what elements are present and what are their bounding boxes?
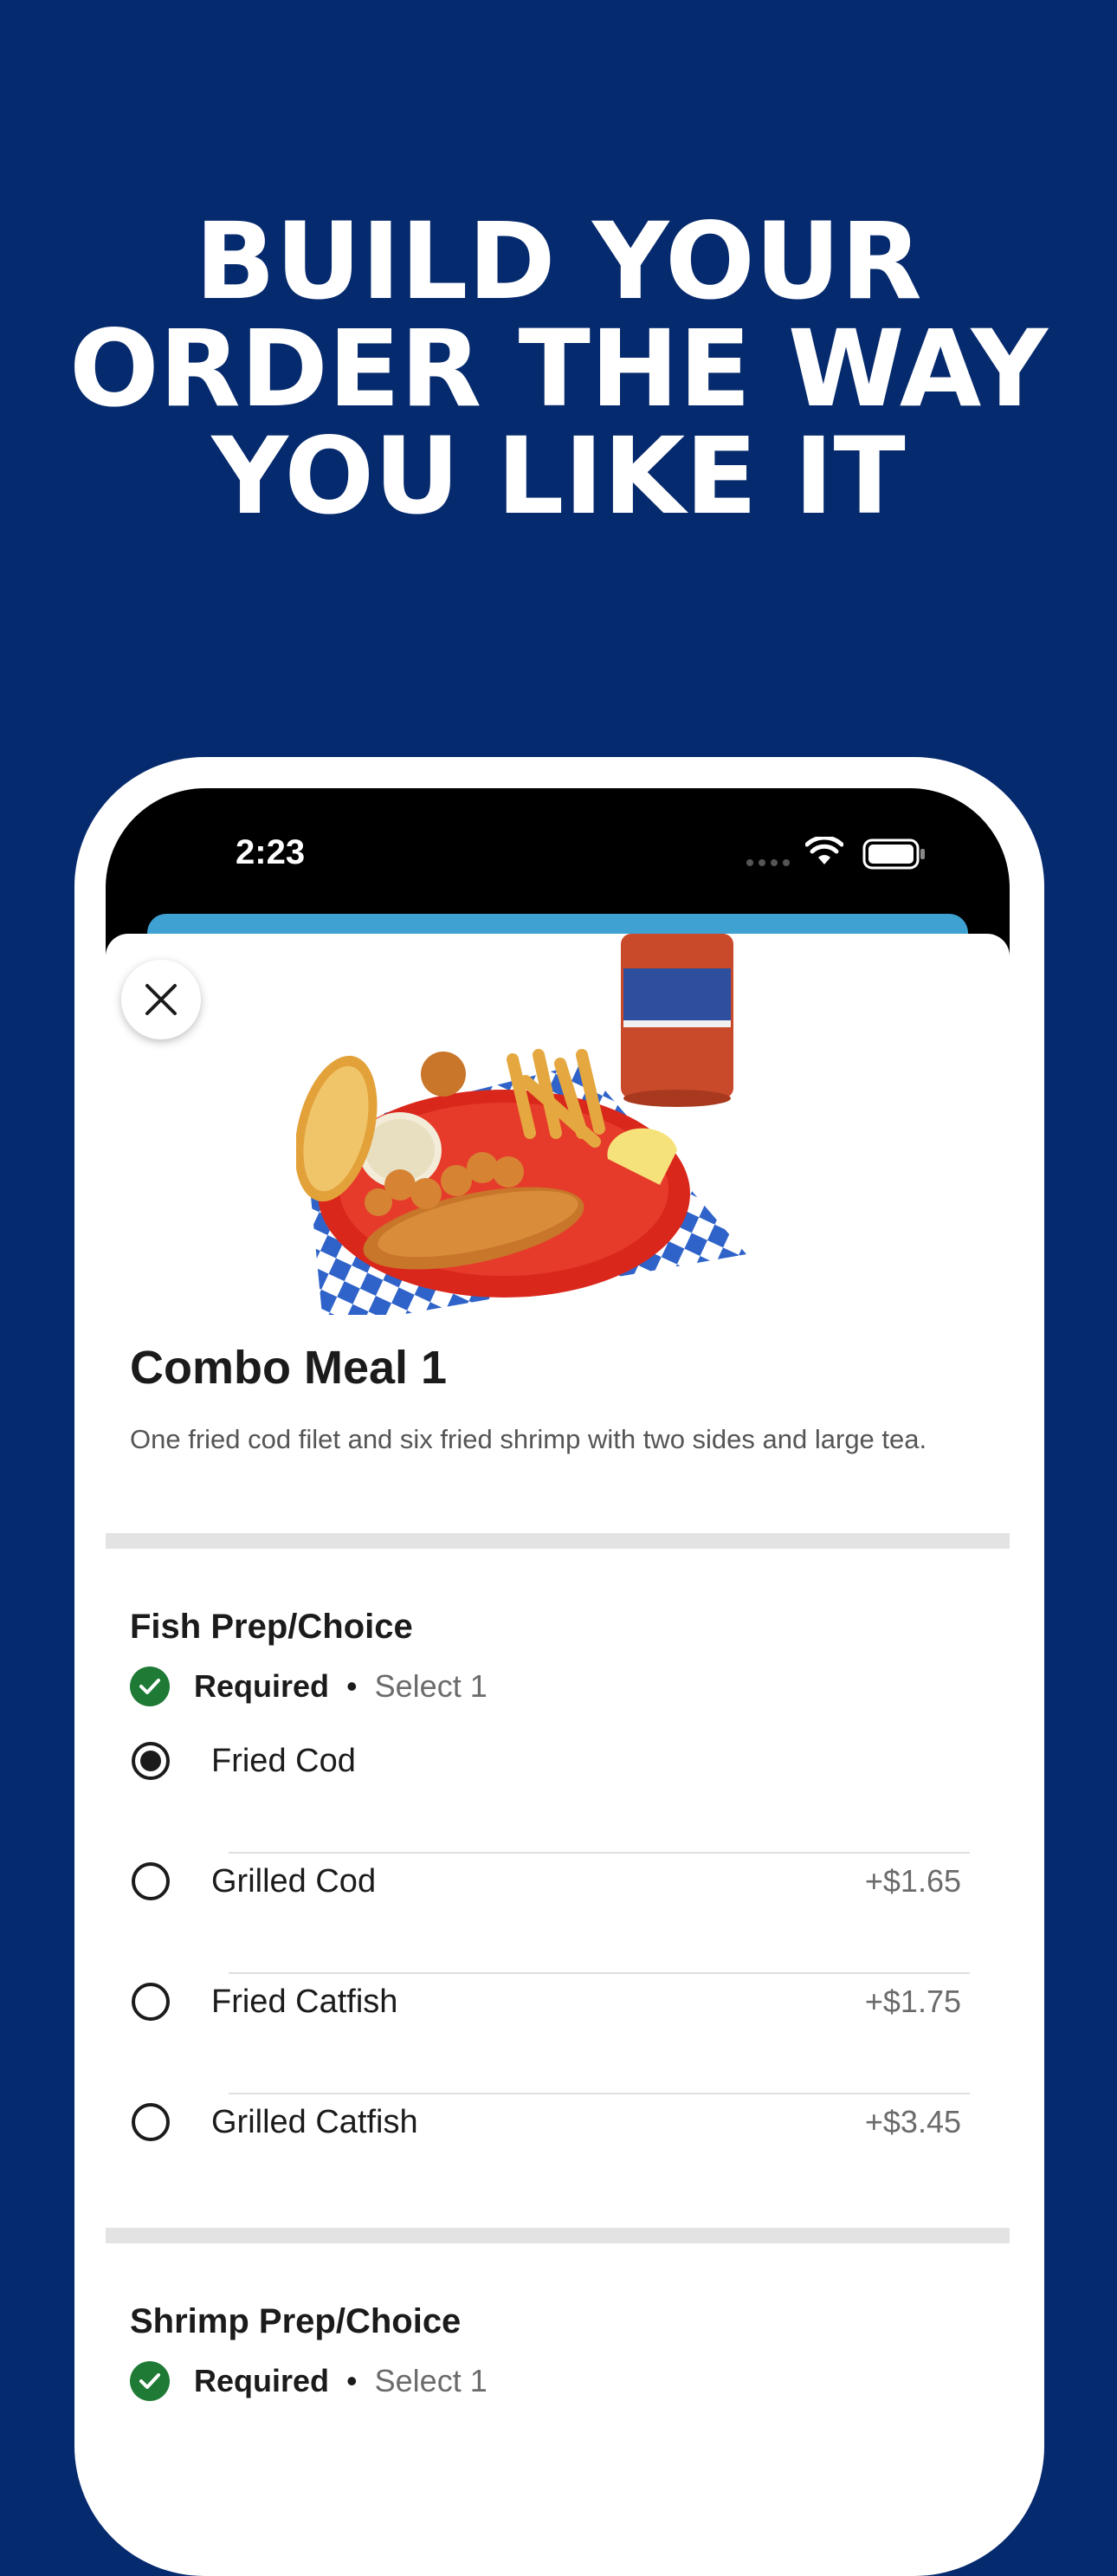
option-label: Grilled Catfish [211,2103,418,2140]
wifi-icon [805,837,843,864]
radio-unselected[interactable] [132,1983,170,2021]
option-grilled-catfish[interactable]: Grilled Catfish +$3.45 [130,2062,961,2182]
section-divider [106,2228,1010,2243]
radio-unselected[interactable] [132,1862,170,1900]
check-circle-icon [130,2361,170,2401]
separator-dot: • [346,2363,358,2398]
separator-dot: • [346,1668,358,1704]
status-time: 2:23 [236,833,306,871]
headline-line-2: ORDER THE WAY [69,307,1048,430]
option-label: Grilled Cod [211,1862,377,1900]
required-row-shrimp: Required • Select 1 [130,2361,487,2401]
required-label: Required [194,1668,330,1704]
option-fried-cod[interactable]: Fried Cod [130,1701,961,1821]
promo-headline: BUILD YOUR ORDER THE WAY YOU LIKE IT [0,208,1117,530]
option-price: +$1.65 [864,1863,961,1899]
battery-icon [862,838,925,870]
option-label: Fried Catfish [211,1983,398,2020]
option-grilled-cod[interactable]: Grilled Cod +$1.65 [130,1822,961,1941]
radio-unselected[interactable] [132,2103,170,2141]
section-title-fish: Fish Prep/Choice [130,1608,413,1646]
option-price: +$3.45 [864,2104,961,2139]
item-title: Combo Meal 1 [130,1342,448,1394]
close-icon [145,984,177,1015]
headline-line-3: YOU LIKE IT [211,415,906,538]
section-title-shrimp: Shrimp Prep/Choice [130,2302,462,2340]
item-detail-sheet: Combo Meal 1 One fried cod filet and six… [106,934,1010,2434]
option-price: +$1.75 [864,1984,961,2019]
headline-line-1: BUILD YOUR [195,200,922,323]
food-photo [296,934,746,1315]
item-description: One fried cod filet and six fried shrimp… [130,1424,927,1454]
option-fried-catfish[interactable]: Fried Catfish +$1.75 [130,1942,961,2061]
required-label: Required [194,2363,330,2398]
close-button[interactable] [121,960,201,1039]
select-count: Select 1 [374,2363,487,2398]
select-count: Select 1 [374,1668,487,1704]
radio-selected[interactable] [132,1742,170,1780]
signal-icon [746,859,790,866]
phone-screen: 2:23 Combo Meal 1 One fried cod filet an… [106,788,1010,2434]
option-label: Fried Cod [211,1742,356,1779]
section-divider [106,1533,1010,1549]
